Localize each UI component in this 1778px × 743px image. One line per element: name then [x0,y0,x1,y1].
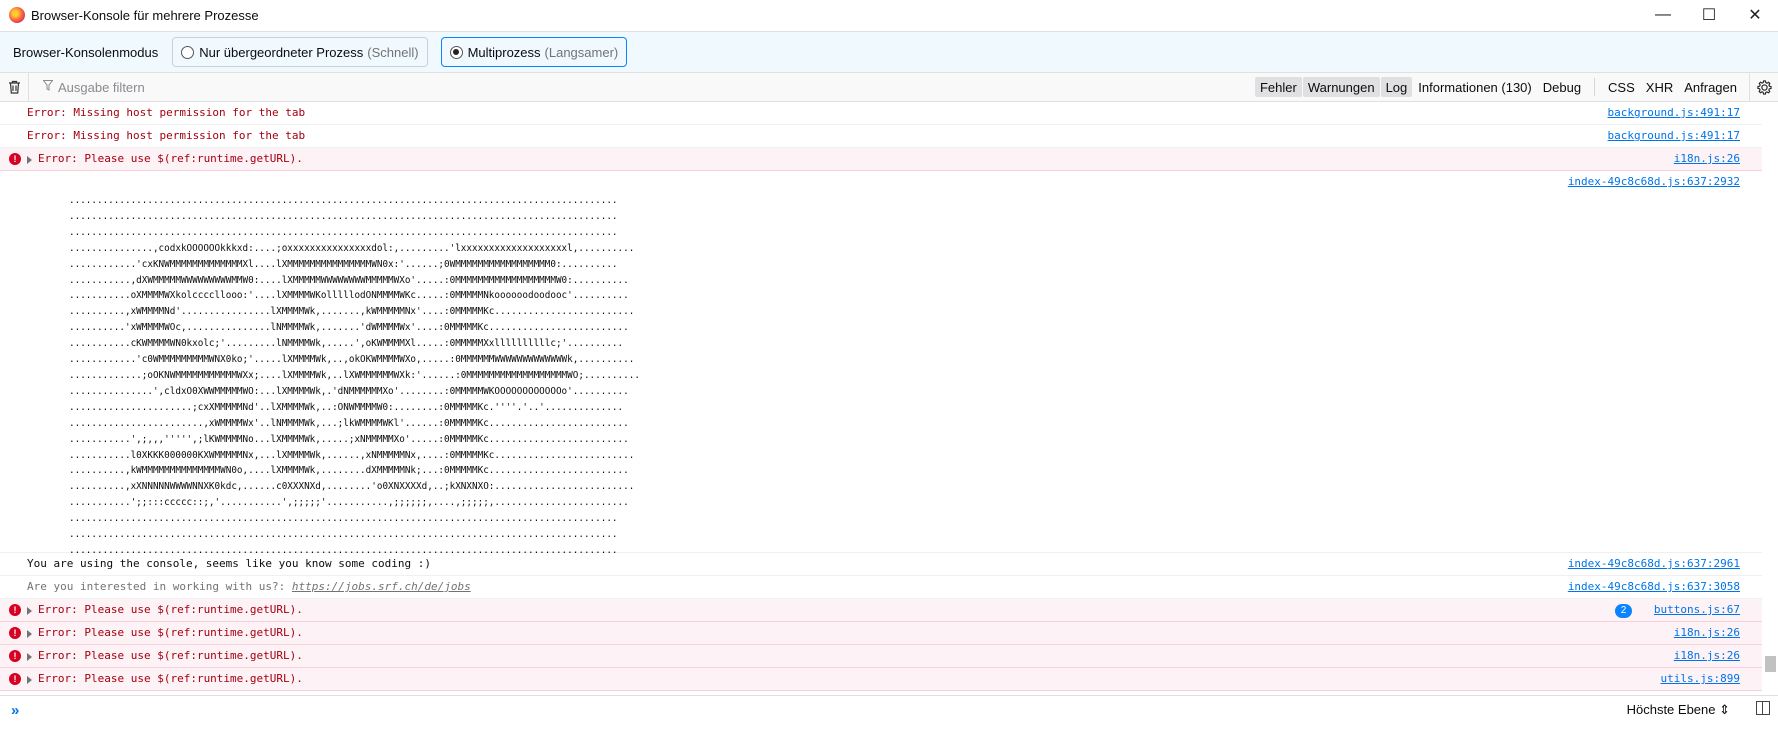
console-input-bar: » Höchste Ebene ⇕ [0,695,1778,724]
close-icon: ✕ [1748,7,1762,24]
trash-icon [8,80,20,94]
window-controls: — ☐ ✕ [1640,0,1778,30]
firefox-logo-icon [9,7,25,23]
console-error-message: ! Error: Please use $(ref:runtime.getURL… [0,668,1762,691]
console-error-message: ! Error: Please use $(ref:runtime.getURL… [0,645,1762,668]
message-text: Error: Please use $(ref:runtime.getURL). [38,672,303,685]
message-source-link[interactable]: background.js:491:17 [1608,102,1740,124]
message-source-link[interactable]: index-49c8c68d.js:637:3058 [1568,576,1740,598]
window-title: Browser-Konsole für mehrere Prozesse [31,7,259,23]
minimize-button[interactable]: — [1640,0,1686,30]
message-text: Error: Please use $(ref:runtime.getURL). [38,626,303,639]
gear-icon [1756,79,1772,95]
expand-arrow-icon[interactable] [27,630,32,638]
message-source-link[interactable]: i18n.js:26 [1674,148,1740,170]
toolbar-separator [1594,78,1596,96]
console-mode-bar: Browser-Konsolenmodus Nur übergeordneter… [0,31,1778,73]
message-source-link[interactable]: i18n.js:26 [1674,645,1740,667]
console-output: Error: Missing host permission for the t… [0,102,1762,694]
repeat-count-badge: 2 [1615,604,1632,618]
console-error-message: ! Error: Please use $(ref:runtime.getURL… [0,599,1762,622]
error-icon: ! [9,650,21,662]
mode-option-parent-process[interactable]: Nur übergeordneter Prozess (Schnell) [172,37,428,67]
message-source-link[interactable]: index-49c8c68d.js:637:2932 [1568,171,1740,193]
evaluation-context-selector[interactable]: Höchste Ebene ⇕ [1627,702,1730,718]
filter-css-button[interactable]: CSS [1603,77,1640,97]
expand-arrow-icon[interactable] [27,676,32,684]
output-scrollbar[interactable] [1762,102,1778,694]
console-settings-button[interactable] [1749,73,1778,101]
message-source-link[interactable]: background.js:491:17 [1608,125,1740,147]
mode-option-multiprocess[interactable]: Multiprozess (Langsamer) [440,37,628,67]
message-source-link[interactable]: index-49c8c68d.js:637:2961 [1568,553,1740,575]
mode-option-multi-hint: (Langsamer) [544,44,619,60]
message-text: Error: Missing host permission for the t… [27,106,306,119]
console-mode-label: Browser-Konsolenmodus [13,44,159,60]
message-text: Are you interested in working with us?: [27,580,286,593]
mode-option-parent-label: Nur übergeordneter Prozess [199,44,364,60]
console-message: Error: Missing host permission for the t… [0,125,1762,148]
editor-mode-toggle-icon[interactable] [1756,701,1770,715]
scrollbar-thumb[interactable] [1765,656,1776,672]
console-log-message: You are using the console, seems like yo… [0,553,1762,576]
message-text: You are using the console, seems like yo… [27,557,431,570]
console-error-message: ! Error: Please use $(ref:runtime.getURL… [0,148,1762,171]
filter-info-button[interactable]: Informationen (130) [1413,77,1536,97]
clear-console-button[interactable] [0,73,29,101]
jobs-link[interactable]: https://jobs.srf.ch/de/jobs [292,580,471,593]
filter-log-button[interactable]: Log [1380,77,1413,97]
message-source-link[interactable]: buttons.js:67 [1654,599,1740,621]
filter-debug-button[interactable]: Debug [1538,77,1586,97]
console-log-message: Are you interested in working with us?: … [0,576,1762,599]
message-source-link[interactable]: utils.js:899 [1661,668,1740,690]
radio-multiprocess[interactable] [449,45,463,59]
close-button[interactable]: ✕ [1732,0,1778,30]
message-text: Error: Please use $(ref:runtime.getURL). [38,603,303,616]
error-icon: ! [9,627,21,639]
error-icon: ! [9,153,21,165]
expand-arrow-icon[interactable] [27,607,32,615]
level-filters: Fehler Warnungen Log Informationen (130)… [1254,73,1778,101]
error-icon: ! [9,673,21,685]
mode-option-parent-hint: (Schnell) [367,44,419,60]
message-text: Error: Please use $(ref:runtime.getURL). [38,152,303,165]
message-source-link[interactable]: i18n.js:26 [1674,622,1740,644]
message-text: Error: Please use $(ref:runtime.getURL). [38,649,303,662]
prompt-chevron-icon: » [11,701,20,719]
radio-parent-process[interactable] [181,45,195,59]
filter-xhr-button[interactable]: XHR [1641,77,1678,97]
filter-warnings-button[interactable]: Warnungen [1302,77,1380,97]
message-text: Error: Missing host permission for the t… [27,129,306,142]
window-bottom-edge [0,724,1778,743]
ascii-art-message: index-49c8c68d.js:637:2932 .............… [0,171,1762,556]
expand-arrow-icon[interactable] [27,156,32,164]
title-bar: Browser-Konsole für mehrere Prozesse — ☐… [0,0,1778,30]
console-error-message: ! Error: Please use $(ref:runtime.getURL… [0,622,1762,645]
mode-option-multi-label: Multiprozess [467,44,541,60]
filter-requests-button[interactable]: Anfragen [1679,77,1742,97]
filter-output-input[interactable] [56,78,660,96]
minimize-icon: — [1655,6,1671,23]
expand-arrow-icon[interactable] [27,653,32,661]
filter-errors-button[interactable]: Fehler [1254,77,1302,97]
maximize-button[interactable]: ☐ [1686,0,1732,30]
ascii-art-text: ........................................… [69,195,640,556]
error-icon: ! [9,604,21,616]
maximize-icon: ☐ [1701,7,1717,24]
console-message: Error: Missing host permission for the t… [0,102,1762,125]
console-toolbar: Fehler Warnungen Log Informationen (130)… [0,73,1778,102]
filter-icon [42,80,54,94]
